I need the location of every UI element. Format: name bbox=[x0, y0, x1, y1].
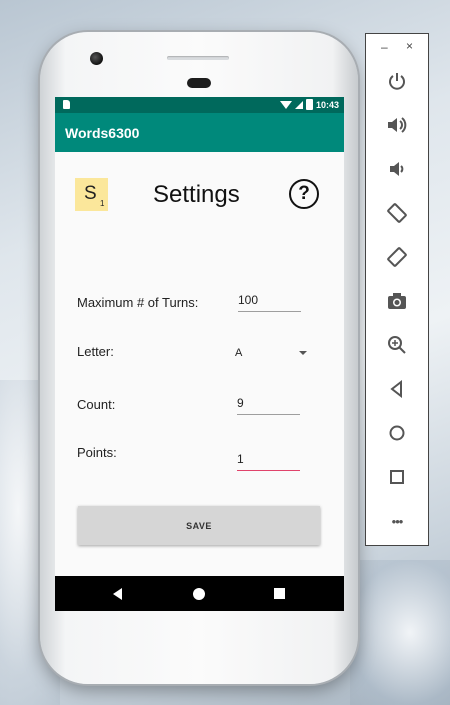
sd-card-icon bbox=[63, 100, 70, 109]
overview-icon[interactable] bbox=[382, 462, 412, 492]
tile-points: 1 bbox=[100, 199, 105, 208]
home-icon[interactable] bbox=[382, 418, 412, 448]
volume-up-icon[interactable] bbox=[382, 110, 412, 140]
minimize-button[interactable]: – bbox=[381, 40, 388, 54]
zoom-icon[interactable] bbox=[382, 330, 412, 360]
max-turns-input[interactable]: 100 bbox=[238, 293, 301, 312]
settings-content: S 1 Settings ? Maximum # of Turns: 100 L… bbox=[55, 152, 344, 576]
volume-down-icon[interactable] bbox=[382, 154, 412, 184]
nav-back-icon[interactable] bbox=[113, 588, 122, 600]
device-screen: 10:43 Words6300 S 1 Settings ? Maximum #… bbox=[55, 97, 344, 611]
status-bar: 10:43 bbox=[55, 97, 344, 113]
status-icons: 10:43 bbox=[279, 99, 339, 110]
power-icon[interactable] bbox=[382, 66, 412, 96]
battery-icon bbox=[305, 99, 313, 110]
tile-letter: S bbox=[84, 183, 97, 204]
points-label: Points: bbox=[77, 445, 117, 460]
back-icon[interactable] bbox=[382, 374, 412, 404]
letter-label: Letter: bbox=[77, 344, 114, 359]
rotate-left-icon[interactable] bbox=[382, 198, 412, 228]
earpiece-speaker bbox=[187, 78, 211, 88]
close-button[interactable]: × bbox=[406, 39, 413, 53]
count-input[interactable]: 9 bbox=[237, 396, 300, 415]
letter-tile-logo: S 1 bbox=[75, 178, 108, 211]
max-turns-label: Maximum # of Turns: bbox=[77, 295, 199, 310]
navigation-bar bbox=[55, 576, 344, 611]
status-time: 10:43 bbox=[315, 99, 339, 110]
front-camera bbox=[90, 52, 103, 65]
page-title: Settings bbox=[153, 181, 240, 208]
app-bar: Words6300 bbox=[55, 113, 344, 152]
chevron-down-icon[interactable] bbox=[299, 351, 307, 355]
nav-home-icon[interactable] bbox=[193, 588, 205, 600]
signal-icon bbox=[294, 100, 303, 109]
app-title: Words6300 bbox=[65, 125, 140, 141]
emulator-toolbar: – × ••• bbox=[365, 33, 429, 546]
save-button[interactable]: SAVE bbox=[78, 506, 320, 545]
nav-recents-icon[interactable] bbox=[274, 588, 285, 599]
camera-icon[interactable] bbox=[382, 286, 412, 316]
help-icon[interactable]: ? bbox=[289, 179, 319, 209]
phone-frame: 10:43 Words6300 S 1 Settings ? Maximum #… bbox=[40, 32, 358, 684]
background-snow-right bbox=[350, 560, 450, 705]
rotate-right-icon[interactable] bbox=[382, 242, 412, 272]
wifi-icon bbox=[279, 100, 292, 109]
points-input[interactable]: 1 bbox=[237, 452, 300, 471]
letter-dropdown[interactable]: A bbox=[235, 347, 242, 359]
more-icon[interactable]: ••• bbox=[382, 506, 412, 536]
proximity-sensor bbox=[167, 56, 229, 60]
count-label: Count: bbox=[77, 397, 116, 412]
